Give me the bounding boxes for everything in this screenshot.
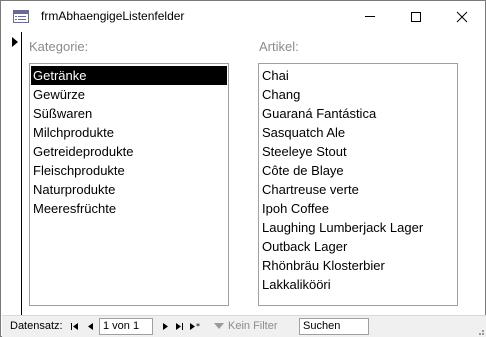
maximize-icon	[411, 11, 421, 22]
filter-icon	[214, 323, 224, 330]
svg-text:*: *	[196, 322, 200, 331]
maximize-button[interactable]	[393, 1, 439, 32]
current-record-field[interactable]: 1 von 1	[99, 318, 153, 335]
record-navigation-bar: Datensatz: 1 von 1 * Kein Filter Suchen	[2, 315, 486, 337]
filter-indicator[interactable]: Kein Filter	[214, 320, 278, 332]
minimize-button[interactable]	[347, 1, 393, 32]
form-window: frmAbhaengigeListenfelder Kategorie: Art…	[0, 0, 486, 337]
previous-record-icon	[88, 322, 93, 330]
kategorie-listbox[interactable]: Getränke Gewürze Süßwaren Milchprodukte …	[29, 63, 229, 306]
artikel-item[interactable]: Outback Lager	[259, 237, 457, 256]
next-record-icon	[163, 322, 168, 330]
kategorie-item[interactable]: Milchprodukte	[30, 123, 228, 142]
first-record-button[interactable]	[68, 319, 82, 333]
kategorie-item[interactable]: Meeresfrüchte	[30, 199, 228, 218]
current-record-arrow-icon	[12, 37, 18, 47]
kategorie-label: Kategorie:	[29, 39, 89, 54]
artikel-item[interactable]: Chartreuse verte	[259, 180, 457, 199]
window-title: frmAbhaengigeListenfelder	[41, 9, 185, 23]
kategorie-item[interactable]: Gewürze	[30, 85, 228, 104]
kategorie-item[interactable]: Süßwaren	[30, 104, 228, 123]
form-icon	[13, 10, 29, 23]
artikel-item[interactable]: Steeleye Stout	[259, 142, 457, 161]
close-button[interactable]	[439, 1, 485, 32]
kategorie-item[interactable]: Naturprodukte	[30, 180, 228, 199]
artikel-item[interactable]: Lakkalikööri	[259, 275, 457, 294]
search-input[interactable]: Suchen	[299, 318, 369, 335]
title-bar: frmAbhaengigeListenfelder	[1, 1, 485, 32]
filter-label: Kein Filter	[228, 320, 278, 332]
previous-record-button[interactable]	[84, 319, 98, 333]
artikel-item[interactable]: Ipoh Coffee	[259, 199, 457, 218]
artikel-item[interactable]: Guaraná Fantástica	[259, 104, 457, 123]
artikel-item[interactable]: Côte de Blaye	[259, 161, 457, 180]
artikel-listbox[interactable]: Chai Chang Guaraná Fantástica Sasquatch …	[258, 63, 458, 306]
kategorie-item[interactable]: Getränke	[31, 66, 227, 85]
artikel-label: Artikel:	[259, 39, 299, 54]
last-record-button[interactable]	[172, 319, 186, 333]
new-record-icon: *	[190, 322, 200, 331]
size-grip-icon[interactable]	[474, 325, 484, 335]
artikel-item[interactable]: Sasquatch Ale	[259, 123, 457, 142]
next-record-button[interactable]	[158, 319, 172, 333]
minimize-icon	[365, 16, 375, 17]
first-record-icon	[71, 322, 78, 330]
kategorie-item[interactable]: Getreideprodukte	[30, 142, 228, 161]
record-selector[interactable]	[2, 32, 22, 315]
artikel-item[interactable]: Laughing Lumberjack Lager	[259, 218, 457, 237]
artikel-item[interactable]: Chang	[259, 85, 457, 104]
kategorie-item[interactable]: Fleischprodukte	[30, 161, 228, 180]
record-label: Datensatz:	[10, 320, 63, 332]
artikel-item[interactable]: Rhönbräu Klosterbier	[259, 256, 457, 275]
close-icon	[456, 11, 468, 22]
artikel-item[interactable]: Chai	[259, 66, 457, 85]
last-record-icon	[176, 322, 183, 330]
new-record-button[interactable]: *	[188, 319, 202, 333]
